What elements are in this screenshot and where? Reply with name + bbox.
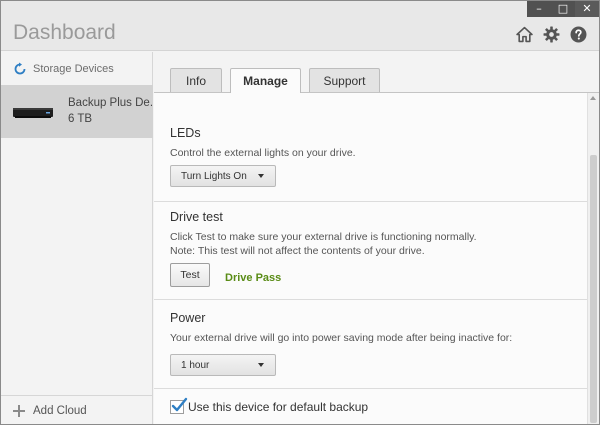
leds-section: LEDs Control the external lights on your… [154,93,587,202]
power-section: Power Your external drive will go into p… [154,300,587,389]
device-size: 6 TB [68,113,93,125]
vertical-scrollbar[interactable] [587,93,599,424]
scroll-up-arrow[interactable] [588,93,599,103]
external-drive-icon [13,108,53,118]
storage-devices-label: Storage Devices [33,62,114,75]
device-name: Backup Plus De... [68,97,152,109]
test-button[interactable]: Test [170,263,210,287]
default-backup-label: Use this device for default backup [188,400,369,414]
add-cloud-button[interactable]: Add Cloud [1,395,153,424]
storage-devices-header[interactable]: Storage Devices [1,52,152,85]
default-backup-checkbox[interactable] [170,397,188,414]
scroll-thumb[interactable] [590,155,597,423]
drive-test-description: Click Test to make sure your external dr… [170,231,477,243]
home-icon[interactable] [516,26,533,43]
default-backup-row: Use this device for default backup [170,397,369,414]
app-title: Dashboard [13,21,116,44]
maximize-button[interactable]: □ [551,1,575,17]
tab-bar: Info Manage Support [170,68,380,93]
plus-icon [13,404,25,417]
leds-dropdown-value: Turn Lights On [181,170,247,182]
drive-test-note: Note: This test will not affect the cont… [170,245,425,257]
tab-manage[interactable]: Manage [230,68,301,93]
drive-test-section: Drive test Click Test to make sure your … [154,202,587,300]
power-dropdown[interactable]: 1 hour [170,354,276,376]
device-item-backup-plus[interactable]: Backup Plus De... 6 TB [1,85,153,138]
drive-test-title: Drive test [170,210,223,224]
help-icon[interactable] [570,26,587,43]
leds-description: Control the external lights on your driv… [170,147,356,159]
chevron-down-icon [258,363,264,367]
window-controls: – □ ✕ [527,1,599,17]
gear-icon[interactable] [543,26,560,43]
minimize-button[interactable]: – [527,1,551,17]
power-dropdown-value: 1 hour [181,359,210,371]
leds-title: LEDs [170,126,201,140]
leds-dropdown[interactable]: Turn Lights On [170,165,276,187]
add-cloud-label: Add Cloud [33,404,87,417]
sidebar: Storage Devices Backup Plus De... 6 TB A… [1,52,153,424]
close-button[interactable]: ✕ [575,1,599,17]
drive-test-result: Drive Pass [225,272,282,284]
title-bar: – □ ✕ Dashboard [1,1,599,51]
main-panel: Info Manage Support LEDs Control the ext… [154,52,599,424]
dashboard-window: – □ ✕ Dashboard Storage Devices Backup P… [0,0,600,425]
refresh-icon[interactable] [13,62,27,76]
manage-content: LEDs Control the external lights on your… [154,93,587,424]
header-icons [516,26,587,43]
tab-info[interactable]: Info [170,68,222,92]
checkmark-icon [171,397,188,412]
chevron-down-icon [258,174,264,178]
power-title: Power [170,311,206,325]
tab-support[interactable]: Support [309,68,380,92]
power-description: Your external drive will go into power s… [170,332,513,344]
